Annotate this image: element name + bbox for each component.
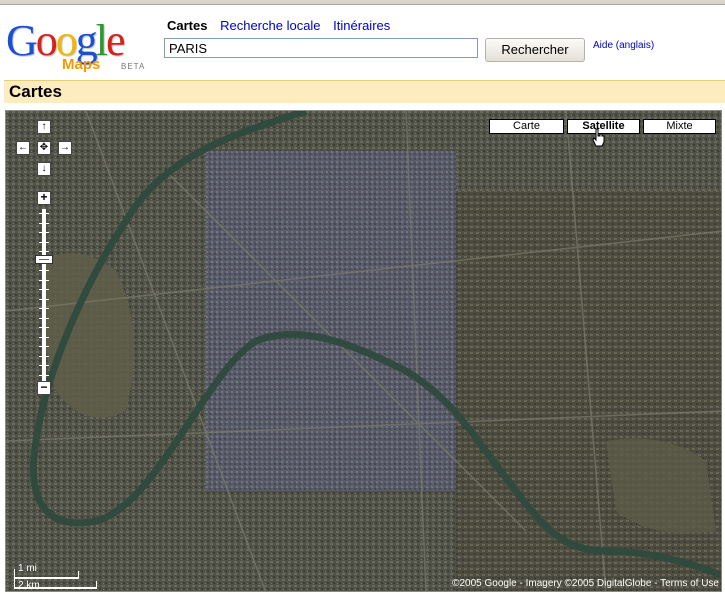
- scale-km-label: 2 km: [18, 580, 40, 591]
- zoom-slider-handle[interactable]: [35, 254, 53, 264]
- map-type-mixte-button[interactable]: Mixte: [643, 119, 716, 134]
- zoom-slider-track[interactable]: [39, 209, 49, 381]
- map-scale: 1 mi 2 km: [10, 563, 100, 591]
- zoom-tick: [39, 346, 49, 347]
- maps-logo-label: Maps: [62, 56, 101, 73]
- zoom-tick: [39, 308, 49, 309]
- logo-letter: o: [35, 16, 58, 65]
- satellite-imagery: [6, 111, 721, 591]
- window-top-border: [0, 0, 725, 5]
- help-link[interactable]: Aide (anglais): [593, 40, 654, 51]
- pan-down-icon[interactable]: ↓: [37, 162, 51, 176]
- pan-left-icon[interactable]: ←: [16, 141, 30, 155]
- zoom-tick: [39, 213, 49, 214]
- tab-cartes: Cartes: [167, 18, 208, 33]
- logo-letter: e: [106, 16, 125, 65]
- search-input[interactable]: PARIS: [164, 38, 478, 58]
- tab-itineraires[interactable]: Itinéraires: [333, 18, 390, 33]
- zoom-tick: [39, 365, 49, 366]
- zoom-tick: [39, 336, 49, 338]
- zoom-tick: [39, 289, 49, 290]
- pan-right-icon[interactable]: →: [58, 141, 72, 155]
- pan-center-icon[interactable]: ✥: [37, 141, 51, 155]
- product-tabs: Cartes Recherche locale Itinéraires: [167, 18, 399, 33]
- beta-label: BETA: [121, 62, 146, 71]
- section-title: Cartes: [9, 82, 62, 101]
- zoom-tick: [39, 355, 49, 357]
- zoom-in-button[interactable]: +: [37, 191, 51, 205]
- zoom-tick: [39, 317, 49, 319]
- zoom-tick: [39, 327, 49, 328]
- logo-letter: G: [6, 16, 38, 65]
- scale-tick: [96, 581, 97, 589]
- zoom-tick: [39, 241, 49, 243]
- copyright-notice[interactable]: ©2005 Google - Imagery ©2005 DigitalGlob…: [452, 578, 719, 589]
- search-button[interactable]: Rechercher: [485, 38, 585, 62]
- satellite-map-view[interactable]: Carte Satellite Mixte ↑ ← ✥ → ↓ + − 1 mi…: [5, 110, 722, 592]
- scale-miles-label: 1 mi: [18, 563, 37, 574]
- zoom-tick: [39, 222, 49, 224]
- zoom-tick: [39, 279, 49, 281]
- zoom-out-button[interactable]: −: [37, 381, 51, 395]
- zoom-tick: [39, 251, 49, 252]
- google-maps-logo[interactable]: Google Maps BETA: [6, 16, 156, 74]
- zoom-tick: [39, 374, 49, 376]
- zoom-tick: [39, 270, 49, 271]
- pan-up-icon[interactable]: ↑: [37, 120, 51, 134]
- scale-tick: [14, 569, 15, 589]
- map-type-carte-button[interactable]: Carte: [489, 119, 564, 134]
- section-header-bar: Cartes: [4, 80, 725, 103]
- scale-miles-bar: [14, 577, 78, 579]
- hand-cursor-icon: [592, 128, 605, 147]
- zoom-tick: [39, 232, 49, 233]
- scale-km-bar: [14, 587, 96, 589]
- scale-tick: [78, 571, 79, 579]
- zoom-tick: [39, 298, 49, 300]
- tab-recherche-locale[interactable]: Recherche locale: [220, 18, 320, 33]
